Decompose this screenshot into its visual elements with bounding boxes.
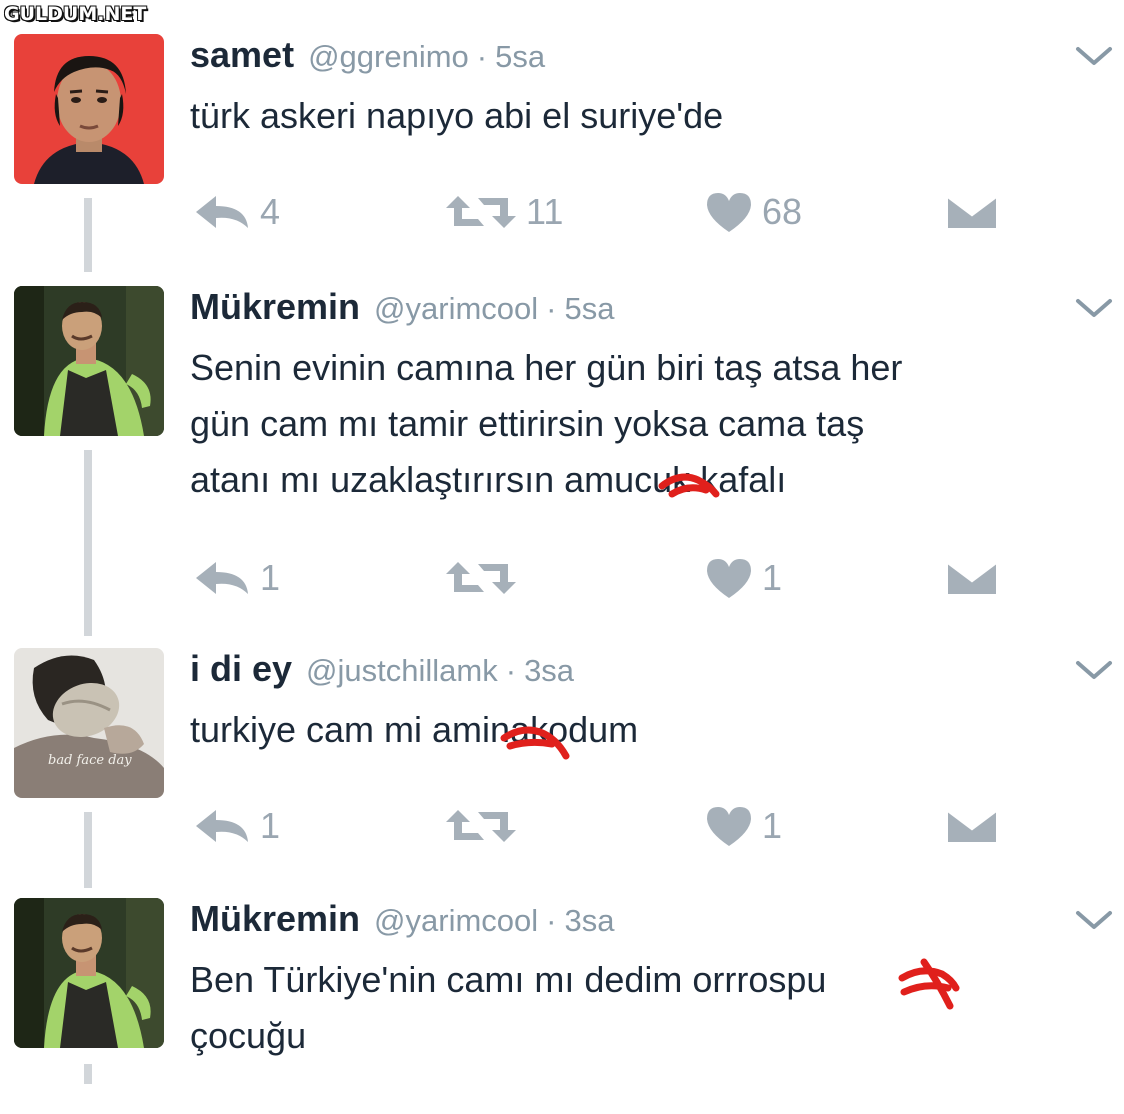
display-name[interactable]: i di ey bbox=[190, 648, 292, 690]
retweet-button[interactable] bbox=[444, 802, 526, 850]
heart-icon bbox=[707, 807, 751, 846]
timestamp[interactable]: 3sa bbox=[565, 903, 615, 939]
retweet-icon bbox=[446, 810, 516, 842]
chevron-down-icon[interactable] bbox=[1074, 44, 1114, 68]
like-button[interactable]: 1 bbox=[704, 802, 782, 850]
message-button[interactable] bbox=[946, 554, 998, 602]
thread-line bbox=[84, 1064, 92, 1084]
reply-count: 1 bbox=[260, 557, 281, 598]
avatar-caption: bad face day bbox=[48, 753, 132, 768]
like-button[interactable]: 68 bbox=[704, 188, 802, 236]
profile-photo-icon bbox=[14, 34, 164, 184]
reply-button[interactable]: 1 bbox=[192, 802, 280, 850]
tweet-text: türk askeri napıyo abi el suriye'de bbox=[190, 95, 724, 136]
censor-scribble-icon bbox=[500, 726, 570, 760]
message-button[interactable] bbox=[946, 802, 998, 850]
retweet-button[interactable] bbox=[444, 554, 526, 602]
avatar[interactable]: bad face day bbox=[14, 648, 164, 798]
reply-count: 1 bbox=[260, 805, 281, 846]
timestamp[interactable]: 5sa bbox=[495, 39, 545, 75]
reply-button[interactable]: 4 bbox=[192, 188, 280, 236]
censor-scribble-icon bbox=[658, 473, 720, 498]
retweet-button[interactable]: 11 bbox=[444, 188, 563, 236]
profile-photo-icon: bad face day bbox=[14, 648, 164, 798]
like-count: 1 bbox=[762, 557, 783, 598]
avatar[interactable] bbox=[14, 286, 164, 436]
tweet-text: Senin evinin camına her gün biri taş ats… bbox=[190, 347, 903, 500]
heart-icon bbox=[707, 193, 751, 232]
reply-icon bbox=[196, 196, 248, 228]
retweet-icon bbox=[446, 562, 516, 594]
display-name[interactable]: Mükremin bbox=[190, 898, 360, 940]
reply-count: 4 bbox=[260, 191, 281, 232]
separator-dot: · bbox=[546, 903, 557, 938]
chevron-down-icon[interactable] bbox=[1074, 296, 1114, 320]
tweet-actions: 1 1 bbox=[0, 554, 1124, 602]
message-button[interactable] bbox=[946, 188, 998, 236]
tweet-text: turkiye cam mi aminakodum bbox=[190, 709, 639, 750]
profile-photo-icon bbox=[14, 898, 164, 1048]
envelope-icon bbox=[946, 194, 998, 228]
reply-icon bbox=[196, 810, 248, 842]
thread-line bbox=[84, 450, 92, 636]
display-name[interactable]: Mükremin bbox=[190, 286, 360, 328]
tweet-actions: 4 11 68 bbox=[0, 188, 1124, 236]
censor-scribble-icon bbox=[898, 958, 960, 1010]
like-count: 1 bbox=[762, 805, 783, 846]
reply-button[interactable]: 1 bbox=[192, 554, 280, 602]
separator-dot: · bbox=[546, 291, 557, 326]
heart-icon bbox=[707, 559, 751, 598]
user-handle[interactable]: @yarimcool bbox=[374, 291, 538, 327]
user-handle[interactable]: @ggrenimo bbox=[308, 39, 469, 75]
retweet-count: 11 bbox=[526, 191, 564, 232]
user-handle[interactable]: @justchillamk bbox=[306, 653, 498, 689]
separator-dot: · bbox=[476, 39, 488, 74]
envelope-icon bbox=[946, 808, 998, 842]
separator-dot: · bbox=[505, 653, 517, 688]
tweet-text: Ben Türkiye'nin camı mı dedim orrrospu ç… bbox=[190, 959, 827, 1056]
avatar[interactable] bbox=[14, 34, 164, 184]
display-name[interactable]: samet bbox=[190, 34, 294, 76]
profile-photo-icon bbox=[14, 286, 164, 436]
tweet-actions: 1 1 bbox=[0, 802, 1124, 850]
chevron-down-icon[interactable] bbox=[1074, 908, 1114, 932]
envelope-icon bbox=[946, 560, 998, 594]
like-button[interactable]: 1 bbox=[704, 554, 782, 602]
timestamp[interactable]: 5sa bbox=[565, 291, 615, 327]
retweet-icon bbox=[446, 196, 516, 228]
like-count: 68 bbox=[762, 191, 803, 232]
avatar[interactable] bbox=[14, 898, 164, 1048]
timestamp[interactable]: 3sa bbox=[524, 653, 574, 689]
reply-icon bbox=[196, 562, 248, 594]
user-handle[interactable]: @yarimcool bbox=[374, 903, 538, 939]
site-watermark: GULDUM.NET bbox=[4, 3, 147, 25]
chevron-down-icon[interactable] bbox=[1074, 658, 1114, 682]
